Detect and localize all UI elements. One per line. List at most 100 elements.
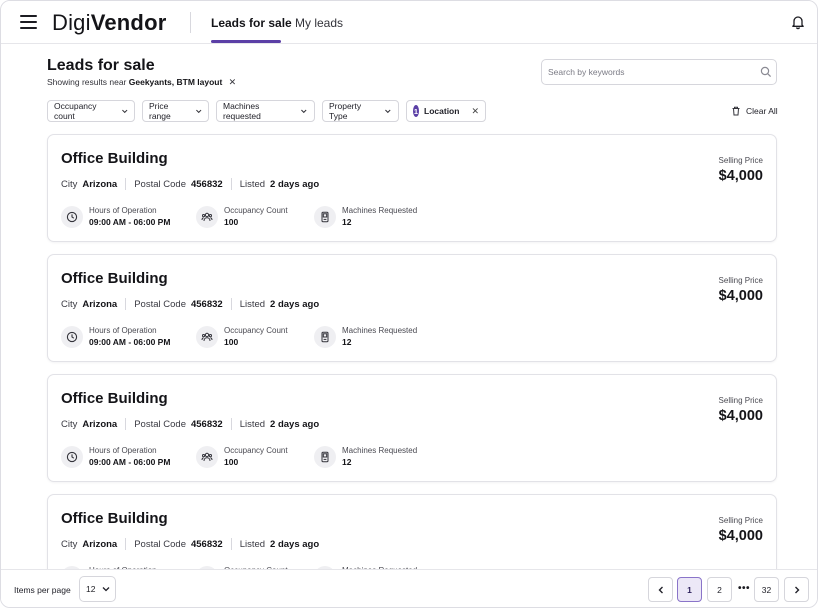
hours-of-operation: Hours of Operation 09:00 AM - 06:00 PM [61,205,170,228]
selling-price-label: Selling Price [718,156,763,165]
filter-machines-requested[interactable]: Machines requested [216,100,315,122]
stat-value: 12 [342,217,352,227]
postal-code-value: 456832 [190,418,223,430]
stat-label: Occupancy Count [224,326,288,335]
meta-separator [125,178,127,190]
city-value: Arizona [82,418,118,430]
stat-value: 12 [342,457,352,467]
listed-value: 2 days ago [270,298,320,310]
postal-code-label: Postal Code [134,418,186,430]
machines-requested: Machines Requested 12 [314,445,417,468]
hamburger-menu-icon[interactable] [20,15,37,29]
lead-title: Office Building [61,390,168,407]
nav-divider [190,12,191,33]
meta-separator [125,418,127,430]
city-label: City [61,538,78,550]
search-input[interactable] [548,64,748,80]
stat-label: Occupancy Count [224,446,288,455]
search-icon[interactable] [760,66,772,78]
chevron-down-icon [385,109,391,114]
stat-value: 100 [224,217,239,227]
postal-code-label: Postal Code [134,298,186,310]
hours-of-operation: Hours of Operation 09:00 AM - 06:00 PM [61,325,170,348]
tab-leads-for-sale[interactable]: Leads for sale [211,16,292,30]
chevron-right-icon [794,586,799,593]
stat-value: 12 [342,337,352,347]
subtitle-location: Geekyants, BTM layout [128,77,223,87]
people-icon [196,205,218,228]
filter-location[interactable]: 1 Location ✕ [406,100,486,122]
city-label: City [61,418,78,430]
postal-code-value: 456832 [190,178,223,190]
vending-machine-icon [314,325,336,348]
meta-separator [230,418,232,430]
selling-price-value: $4,000 [718,528,763,544]
stat-label: Hours of Operation [89,446,157,455]
active-tab-indicator [211,40,281,43]
listed-label: Listed [239,538,266,550]
tab-my-leads[interactable]: My leads [295,16,343,30]
chevron-down-icon [195,109,201,114]
location-subtitle: Showing results near Geekyants, BTM layo… [47,77,236,88]
clear-location-icon[interactable]: ✕ [229,77,237,87]
prev-page-button[interactable] [648,577,673,602]
lead-meta: City Arizona Postal Code 456832 Listed 2 days… [61,538,319,550]
location-count-badge: 1 [413,105,420,117]
city-label: City [61,298,78,310]
occupancy-count: Occupancy Count 100 [196,325,288,348]
stat-value: 100 [224,457,239,467]
next-page-button[interactable] [784,577,809,602]
chevron-down-icon [121,109,127,114]
stat-label: Machines Requested [342,206,418,215]
app-logo[interactable]: DigiVendor [52,10,166,36]
remove-location-filter-icon[interactable]: ✕ [471,106,479,117]
page-button-2[interactable]: 2 [707,577,732,602]
lead-card[interactable]: Office Building City Arizona Postal Code 456… [47,374,777,482]
bell-icon[interactable] [790,14,806,30]
stat-value: 09:00 AM - 06:00 PM [89,217,171,227]
postal-code-label: Postal Code [134,538,186,550]
city-value: Arizona [82,538,118,550]
chevron-down-icon [301,109,307,114]
items-per-page-value: 12 [86,584,96,594]
postal-code-label: Postal Code [134,178,186,190]
stat-label: Machines Requested [342,326,418,335]
app-window: DigiVendor Leads for sale My leads Leads… [0,0,818,608]
stat-label: Machines Requested [342,446,418,455]
clock-icon [61,205,83,228]
filter-property-type[interactable]: Property Type [322,100,399,122]
city-label: City [61,178,78,190]
occupancy-count: Occupancy Count 100 [196,205,288,228]
occupancy-count: Occupancy Count 100 [196,445,288,468]
stat-label: Hours of Operation [89,326,157,335]
lead-meta: City Arizona Postal Code 456832 Listed 2 days… [61,418,319,430]
listed-value: 2 days ago [270,418,320,430]
people-icon [196,325,218,348]
clock-icon [61,445,83,468]
lead-title: Office Building [61,510,168,527]
listed-label: Listed [239,298,266,310]
page-button-32[interactable]: 32 [754,577,779,602]
items-per-page-select[interactable]: 12 [79,576,116,602]
vending-machine-icon [314,445,336,468]
clear-all-button[interactable]: Clear All [731,106,778,116]
city-value: Arizona [82,178,118,190]
lead-title: Office Building [61,270,168,287]
lead-card[interactable]: Office Building City Arizona Postal Code 456… [47,254,777,362]
lead-meta: City Arizona Postal Code 456832 Listed 2 days… [61,298,319,310]
selling-price-value: $4,000 [718,288,763,304]
filter-label: Price range [149,101,171,121]
chevron-down-icon [103,587,110,592]
selling-price-value: $4,000 [718,168,763,184]
lead-card[interactable]: Office Building City Arizona Postal Code 456… [47,134,777,242]
filter-label: Machines requested [223,101,261,121]
page-button-1[interactable]: 1 [677,577,702,602]
filter-occupancy-count[interactable]: Occupancy count [47,100,135,122]
lead-meta: City Arizona Postal Code 456832 Listed 2 days… [61,178,319,190]
meta-separator [125,298,127,310]
postal-code-value: 456832 [190,538,223,550]
logo-light-text: Digi [52,10,91,35]
filter-price-range[interactable]: Price range [142,100,209,122]
meta-separator [230,538,232,550]
meta-separator [230,178,232,190]
